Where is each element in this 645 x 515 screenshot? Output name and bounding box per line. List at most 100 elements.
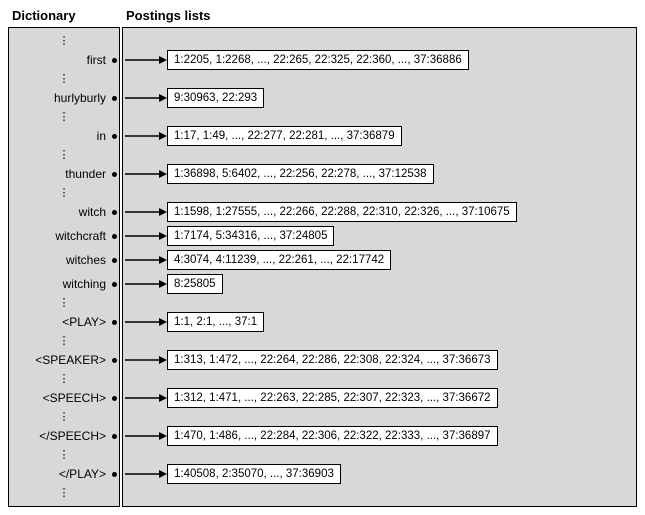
arrow-icon — [127, 272, 167, 296]
dictionary-ellipsis: ⋮ — [9, 110, 119, 124]
dictionary-term: thunder — [9, 167, 112, 181]
arrow-icon — [127, 162, 167, 186]
dictionary-ellipsis: ⋮ — [9, 410, 119, 424]
dictionary-term: </PLAY> — [9, 467, 112, 481]
dictionary-term: <PLAY> — [9, 315, 112, 329]
arrow-icon — [127, 224, 167, 248]
dictionary-term-row: <PLAY> — [9, 310, 119, 334]
postings-list: 1:313, 1:472, ..., 22:264, 22:286, 22:30… — [167, 350, 498, 370]
dictionary-ellipsis: ⋮ — [9, 72, 119, 86]
postings-row: 4:3074, 4:11239, ..., 22:261, ..., 22:17… — [127, 248, 632, 272]
dictionary-term: witch — [9, 205, 112, 219]
arrow-icon — [127, 386, 167, 410]
postings-ellipsis-spacer — [127, 410, 632, 424]
arrow-icon — [127, 462, 167, 486]
postings-row: 1:313, 1:472, ..., 22:264, 22:286, 22:30… — [127, 348, 632, 372]
postings-list: 1:312, 1:471, ..., 22:263, 22:285, 22:30… — [167, 388, 498, 408]
vdots-icon: ⋮ — [9, 36, 119, 46]
term-node-dot — [112, 134, 117, 139]
dictionary-term: witches — [9, 253, 112, 267]
arrow-icon — [127, 86, 167, 110]
dictionary-ellipsis: ⋮ — [9, 186, 119, 200]
postings-row: 1:470, 1:486, ..., 22:284, 22:306, 22:32… — [127, 424, 632, 448]
dictionary-term-row: thunder — [9, 162, 119, 186]
dictionary-term-row: </SPEECH> — [9, 424, 119, 448]
dictionary-ellipsis: ⋮ — [9, 486, 119, 500]
term-node-dot — [112, 172, 117, 177]
postings-ellipsis-spacer — [127, 372, 632, 386]
dictionary-term-row: witch — [9, 200, 119, 224]
vdots-icon: ⋮ — [9, 298, 119, 308]
arrow-icon — [127, 348, 167, 372]
dictionary-term: <SPEECH> — [9, 391, 112, 405]
term-node-dot — [112, 320, 117, 325]
dictionary-term-row: hurlyburly — [9, 86, 119, 110]
term-node-dot — [112, 434, 117, 439]
postings-row: 1:1598, 1:27555, ..., 22:266, 22:288, 22… — [127, 200, 632, 224]
arrow-icon — [127, 200, 167, 224]
dictionary-ellipsis: ⋮ — [9, 296, 119, 310]
postings-ellipsis-spacer — [127, 148, 632, 162]
postings-list: 1:36898, 5:6402, ..., 22:256, 22:278, ..… — [167, 164, 434, 184]
diagram-container: Dictionary ⋮ first ⋮ hurlyburly ⋮ in ⋮ t… — [8, 8, 637, 507]
term-node-dot — [112, 234, 117, 239]
postings-list: 1:1598, 1:27555, ..., 22:266, 22:288, 22… — [167, 202, 517, 222]
dictionary-header: Dictionary — [8, 8, 120, 23]
postings-ellipsis-spacer — [127, 72, 632, 86]
dictionary-term-row: witches — [9, 248, 119, 272]
dictionary-term: witchcraft — [9, 229, 112, 243]
postings-column: Postings lists 1:2205, 1:2268, ..., 22:2… — [122, 8, 637, 507]
postings-list: 1:40508, 2:35070, ..., 37:36903 — [167, 464, 341, 484]
dictionary-term: witching — [9, 277, 112, 291]
dictionary-ellipsis: ⋮ — [9, 448, 119, 462]
arrow-icon — [127, 124, 167, 148]
arrow-icon — [127, 424, 167, 448]
dictionary-term: </SPEECH> — [9, 429, 112, 443]
dictionary-term: first — [9, 53, 112, 67]
postings-row: 1:7174, 5:34316, ..., 37:24805 — [127, 224, 632, 248]
dictionary-ellipsis: ⋮ — [9, 34, 119, 48]
vdots-icon: ⋮ — [9, 150, 119, 160]
dictionary-term-row: <SPEECH> — [9, 386, 119, 410]
vdots-icon: ⋮ — [9, 374, 119, 384]
dictionary-ellipsis: ⋮ — [9, 148, 119, 162]
postings-list: 1:470, 1:486, ..., 22:284, 22:306, 22:32… — [167, 426, 498, 446]
term-node-dot — [112, 282, 117, 287]
postings-ellipsis-spacer — [127, 486, 632, 500]
postings-ellipsis-spacer — [127, 296, 632, 310]
postings-ellipsis-spacer — [127, 110, 632, 124]
postings-row: 1:40508, 2:35070, ..., 37:36903 — [127, 462, 632, 486]
postings-list: 1:7174, 5:34316, ..., 37:24805 — [167, 226, 334, 246]
arrow-icon — [127, 310, 167, 334]
dictionary-column: Dictionary ⋮ first ⋮ hurlyburly ⋮ in ⋮ t… — [8, 8, 120, 507]
term-node-dot — [112, 58, 117, 63]
dictionary-term: in — [9, 129, 112, 143]
dictionary-term-row: witchcraft — [9, 224, 119, 248]
term-node-dot — [112, 358, 117, 363]
postings-ellipsis-spacer — [127, 186, 632, 200]
postings-row: 1:2205, 1:2268, ..., 22:265, 22:325, 22:… — [127, 48, 632, 72]
postings-list: 1:1, 2:1, ..., 37:1 — [167, 312, 264, 332]
postings-box: 1:2205, 1:2268, ..., 22:265, 22:325, 22:… — [122, 27, 637, 507]
vdots-icon: ⋮ — [9, 450, 119, 460]
dictionary-term-row: witching — [9, 272, 119, 296]
postings-list: 9:30963, 22:293 — [167, 88, 264, 108]
postings-ellipsis-spacer — [127, 334, 632, 348]
postings-header: Postings lists — [122, 8, 637, 23]
dictionary-term: <SPEAKER> — [9, 353, 112, 367]
postings-row: 1:312, 1:471, ..., 22:263, 22:285, 22:30… — [127, 386, 632, 410]
dictionary-ellipsis: ⋮ — [9, 334, 119, 348]
postings-list: 1:17, 1:49, ..., 22:277, 22:281, ..., 37… — [167, 126, 402, 146]
postings-row: 9:30963, 22:293 — [127, 86, 632, 110]
term-node-dot — [112, 396, 117, 401]
vdots-icon: ⋮ — [9, 412, 119, 422]
postings-row: 1:1, 2:1, ..., 37:1 — [127, 310, 632, 334]
vdots-icon: ⋮ — [9, 336, 119, 346]
vdots-icon: ⋮ — [9, 188, 119, 198]
postings-list: 1:2205, 1:2268, ..., 22:265, 22:325, 22:… — [167, 50, 469, 70]
term-node-dot — [112, 258, 117, 263]
term-node-dot — [112, 210, 117, 215]
vdots-icon: ⋮ — [9, 74, 119, 84]
dictionary-term-row: </PLAY> — [9, 462, 119, 486]
postings-row: 1:17, 1:49, ..., 22:277, 22:281, ..., 37… — [127, 124, 632, 148]
